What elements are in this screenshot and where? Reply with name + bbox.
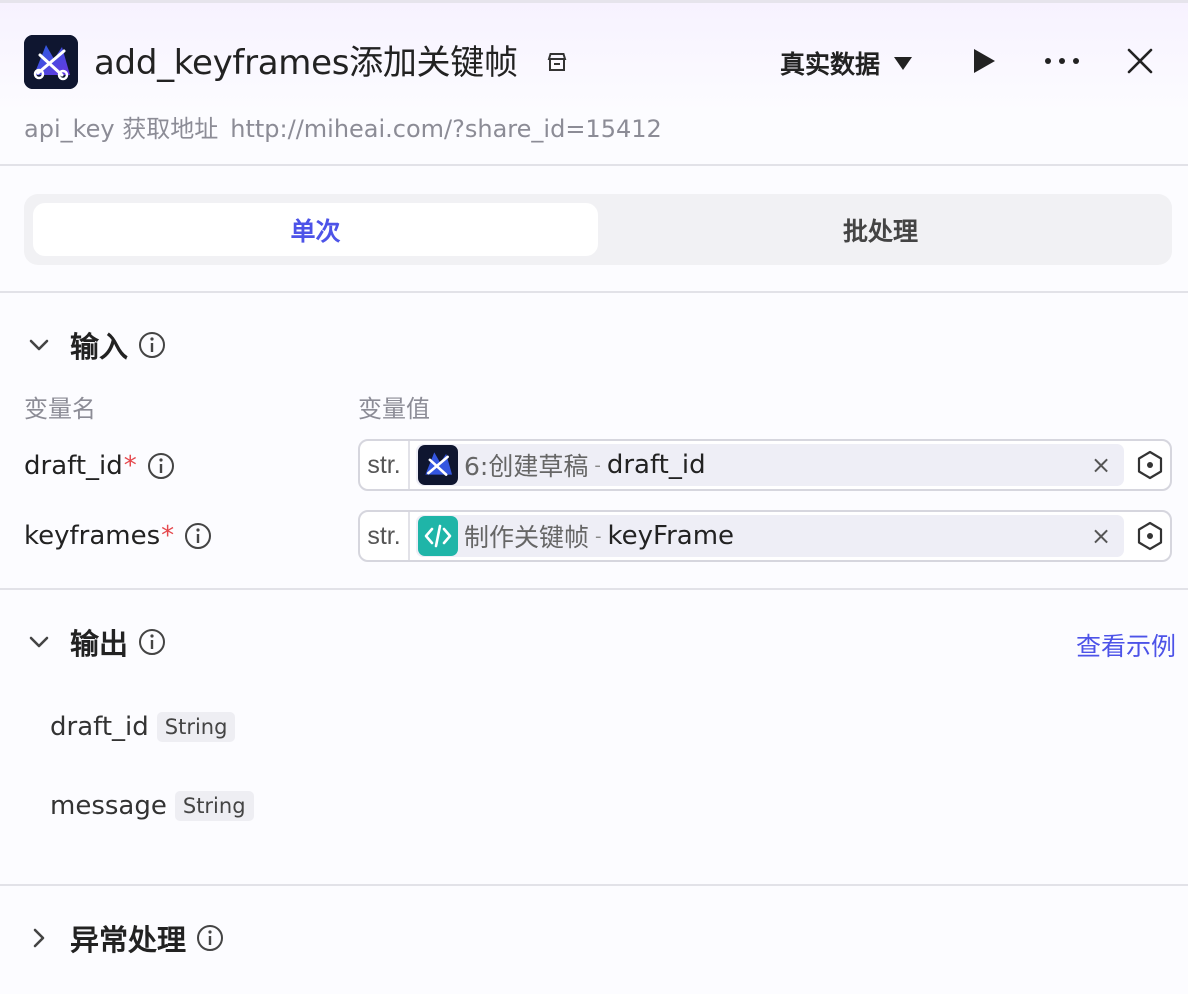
- ref-node-name: 制作关键帧: [464, 523, 590, 552]
- variable-settings-icon[interactable]: [1130, 445, 1170, 485]
- output-section-header: 输出: [24, 622, 166, 662]
- api-key-hint: api_key 获取地址: [24, 115, 219, 143]
- info-icon[interactable]: [147, 452, 175, 480]
- capcut-logo-icon: [24, 35, 78, 89]
- ref-separator: -: [594, 454, 601, 476]
- ref-field-name: keyFrame: [607, 521, 735, 551]
- type-tag: str.: [360, 512, 410, 560]
- type-badge: String: [156, 712, 236, 742]
- ref-field-name: draft_id: [606, 450, 706, 480]
- info-icon[interactable]: [196, 924, 224, 952]
- more-dots-icon: [1045, 58, 1079, 64]
- output-field-name: message: [50, 791, 167, 821]
- column-variable-value: 变量值: [358, 395, 430, 423]
- tab-single[interactable]: 单次: [33, 203, 598, 256]
- node-title: add_keyframes添加关键帧: [94, 43, 518, 83]
- plugin-store-icon[interactable]: [543, 48, 571, 76]
- column-variable-name: 变量名: [24, 395, 96, 423]
- required-mark: *: [123, 451, 137, 481]
- chevron-down-icon[interactable]: [24, 627, 54, 657]
- type-badge: String: [174, 791, 254, 821]
- output-section-title: 输出: [70, 627, 129, 661]
- code-icon: [418, 516, 458, 556]
- info-icon[interactable]: [138, 628, 166, 656]
- output-field-draft-id: draft_id String: [50, 708, 236, 746]
- panel-header: add_keyframes添加关键帧 真实数据 api_key 获取地址 http…: [0, 3, 1188, 166]
- tab-batch[interactable]: 批处理: [598, 203, 1163, 256]
- chevron-right-icon[interactable]: [24, 923, 54, 953]
- clear-icon[interactable]: ×: [1086, 519, 1116, 553]
- ref-separator: -: [595, 525, 602, 547]
- output-field-name: draft_id: [50, 712, 149, 742]
- run-button[interactable]: [962, 41, 1006, 81]
- more-button[interactable]: [1040, 41, 1084, 81]
- info-icon[interactable]: [138, 331, 166, 359]
- input-section-title: 输入: [70, 330, 129, 364]
- capcut-icon: [418, 445, 458, 485]
- ref-node-name: 6:创建草稿: [464, 452, 589, 481]
- node-config-panel: add_keyframes添加关键帧 真实数据 api_key 获取地址 http…: [0, 0, 1188, 994]
- exception-section-title: 异常处理: [70, 923, 187, 957]
- data-mode-dropdown[interactable]: 真实数据: [780, 43, 913, 83]
- run-mode-tabs: 单次 批处理: [24, 194, 1172, 265]
- node-description: api_key 获取地址 http://miheai.com/?share_id=…: [24, 111, 662, 147]
- keyframes-value-field[interactable]: str. 制作关键帧 - keyFrame ×: [358, 510, 1172, 562]
- exception-section-header: 异常处理: [24, 918, 224, 958]
- variable-settings-icon[interactable]: [1130, 516, 1170, 556]
- caret-down-icon: [894, 56, 913, 70]
- clear-icon[interactable]: ×: [1086, 448, 1116, 482]
- divider: [0, 884, 1188, 886]
- view-example-link[interactable]: 查看示例: [1076, 627, 1176, 663]
- variable-reference-chip[interactable]: 制作关键帧 - keyFrame ×: [416, 515, 1124, 557]
- type-tag: str.: [360, 441, 410, 489]
- input-section-header: 输入: [24, 325, 166, 365]
- close-icon: [1127, 48, 1153, 74]
- var-name-label: keyframes: [24, 521, 161, 551]
- api-key-url: http://miheai.com/?share_id=15412: [230, 115, 662, 143]
- output-field-message: message String: [50, 787, 254, 825]
- info-icon[interactable]: [184, 522, 212, 550]
- input-var-draft-id: draft_id *: [24, 446, 175, 486]
- required-mark: *: [161, 521, 175, 551]
- data-mode-label: 真实数据: [780, 50, 881, 79]
- close-button[interactable]: [1118, 41, 1162, 81]
- input-var-keyframes: keyframes *: [24, 516, 212, 556]
- play-icon: [974, 49, 995, 73]
- draft-id-value-field[interactable]: str. 6:创建草稿 - draft_id ×: [358, 439, 1172, 491]
- var-name-label: draft_id: [24, 451, 123, 481]
- chevron-down-icon[interactable]: [24, 330, 54, 360]
- variable-reference-chip[interactable]: 6:创建草稿 - draft_id ×: [416, 444, 1124, 486]
- divider: [0, 588, 1188, 590]
- divider: [0, 291, 1188, 293]
